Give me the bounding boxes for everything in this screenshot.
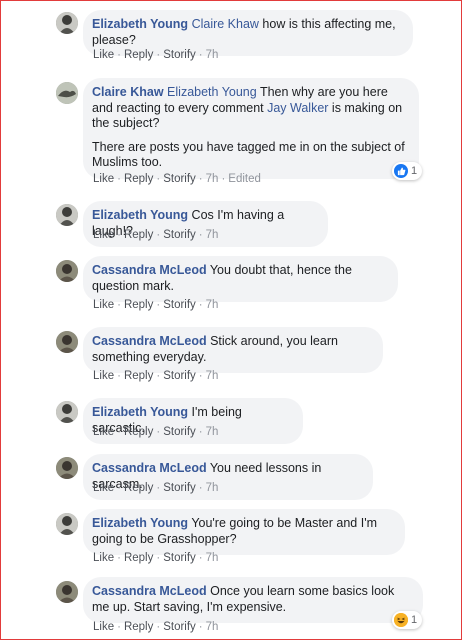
- timestamp[interactable]: 7h: [206, 552, 219, 564]
- avatar[interactable]: [56, 331, 78, 353]
- reaction-summary[interactable]: 1: [392, 611, 423, 629]
- reply-link[interactable]: Reply: [124, 49, 153, 61]
- comment-actions: Like · Reply · Storify · 7h: [93, 552, 219, 564]
- timestamp[interactable]: 7h: [206, 621, 219, 633]
- storify-link[interactable]: Storify: [163, 49, 196, 61]
- comment-actions: Like · Reply · Storify · 7h: [93, 621, 219, 633]
- comment-actions: Like · Reply · Storify · 7h: [93, 49, 219, 61]
- reaction-summary[interactable]: 1: [392, 162, 423, 180]
- comment-bubble: Claire Khaw Elizabeth Young Then why are…: [83, 78, 419, 179]
- avatar[interactable]: [56, 581, 78, 603]
- reaction-count: 1: [411, 614, 418, 626]
- reaction-count: 1: [411, 165, 418, 177]
- tagged-user[interactable]: Claire Khaw: [192, 17, 259, 31]
- comment-bubble: Cassandra McLeod Once you learn some bas…: [83, 577, 423, 623]
- comment-author[interactable]: Cassandra McLeod: [92, 334, 207, 348]
- comment-author[interactable]: Elizabeth Young: [92, 516, 188, 530]
- timestamp[interactable]: 7h: [206, 49, 219, 61]
- like-link[interactable]: Like: [93, 229, 114, 241]
- avatar[interactable]: [56, 260, 78, 282]
- comment-author[interactable]: Claire Khaw: [92, 85, 164, 99]
- storify-link[interactable]: Storify: [163, 299, 196, 311]
- avatar[interactable]: [56, 204, 78, 226]
- like-link[interactable]: Like: [93, 299, 114, 311]
- timestamp[interactable]: 7h: [206, 482, 219, 494]
- reply-link[interactable]: Reply: [124, 426, 153, 438]
- comment-author[interactable]: Elizabeth Young: [92, 17, 188, 31]
- comment-paragraph: There are posts you have tagged me in on…: [92, 139, 405, 170]
- comment-actions: Like · Reply · Storify · 7h: [93, 482, 219, 494]
- like-link[interactable]: Like: [93, 621, 114, 633]
- comment-author[interactable]: Cassandra McLeod: [92, 263, 207, 277]
- storify-link[interactable]: Storify: [163, 621, 196, 633]
- reply-link[interactable]: Reply: [124, 621, 153, 633]
- avatar[interactable]: [56, 457, 78, 479]
- edited-label[interactable]: Edited: [228, 173, 261, 185]
- comment-actions: Like · Reply · Storify · 7h: [93, 426, 219, 438]
- comment-author[interactable]: Cassandra McLeod: [92, 584, 207, 598]
- comment-author[interactable]: Cassandra McLeod: [92, 461, 207, 475]
- comment-actions: Like · Reply · Storify · 7h: [93, 299, 219, 311]
- comment-bubble: Elizabeth Young You're going to be Maste…: [83, 509, 405, 555]
- comment-bubble: Cassandra McLeod You doubt that, hence t…: [83, 256, 398, 302]
- reply-link[interactable]: Reply: [124, 229, 153, 241]
- reply-link[interactable]: Reply: [124, 552, 153, 564]
- comment-actions: Like · Reply · Storify · 7h: [93, 370, 219, 382]
- storify-link[interactable]: Storify: [163, 552, 196, 564]
- avatar[interactable]: [56, 513, 78, 535]
- storify-link[interactable]: Storify: [163, 482, 196, 494]
- haha-reaction-icon: [394, 613, 408, 627]
- timestamp[interactable]: 7h: [206, 229, 219, 241]
- reply-link[interactable]: Reply: [124, 173, 153, 185]
- like-link[interactable]: Like: [93, 426, 114, 438]
- reply-link[interactable]: Reply: [124, 482, 153, 494]
- like-link[interactable]: Like: [93, 552, 114, 564]
- timestamp[interactable]: 7h: [206, 426, 219, 438]
- like-link[interactable]: Like: [93, 49, 114, 61]
- tagged-user[interactable]: Jay Walker: [267, 101, 328, 115]
- timestamp[interactable]: 7h: [206, 173, 219, 185]
- avatar[interactable]: [56, 12, 78, 34]
- comment-author[interactable]: Elizabeth Young: [92, 208, 188, 222]
- comment-actions: Like · Reply · Storify · 7h · Edited: [93, 173, 261, 185]
- storify-link[interactable]: Storify: [163, 229, 196, 241]
- comment-author[interactable]: Elizabeth Young: [92, 405, 188, 419]
- like-link[interactable]: Like: [93, 482, 114, 494]
- avatar[interactable]: [56, 82, 78, 104]
- storify-link[interactable]: Storify: [163, 370, 196, 382]
- storify-link[interactable]: Storify: [163, 426, 196, 438]
- comment-actions: Like · Reply · Storify · 7h: [93, 229, 219, 241]
- like-link[interactable]: Like: [93, 370, 114, 382]
- reply-link[interactable]: Reply: [124, 299, 153, 311]
- timestamp[interactable]: 7h: [206, 299, 219, 311]
- reply-link[interactable]: Reply: [124, 370, 153, 382]
- like-link[interactable]: Like: [93, 173, 114, 185]
- avatar[interactable]: [56, 401, 78, 423]
- tagged-user[interactable]: Elizabeth Young: [167, 85, 257, 99]
- timestamp[interactable]: 7h: [206, 370, 219, 382]
- like-reaction-icon: [394, 164, 408, 178]
- comment-bubble: Cassandra McLeod Stick around, you learn…: [83, 327, 383, 373]
- storify-link[interactable]: Storify: [163, 173, 196, 185]
